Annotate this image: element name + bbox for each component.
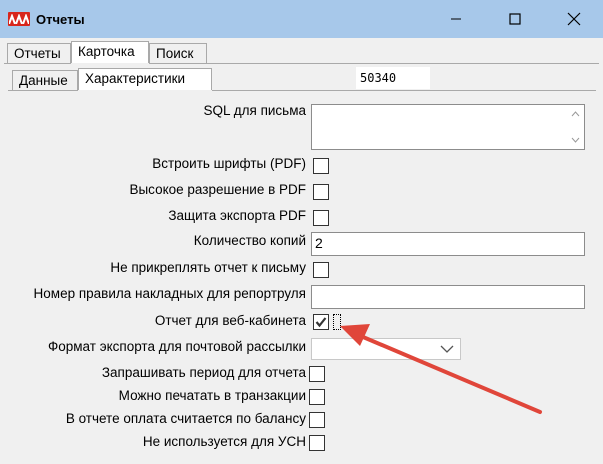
scroll-down-icon[interactable] xyxy=(571,137,580,143)
subtab-strip-border xyxy=(8,90,78,91)
sql-letter-label: SQL для письма xyxy=(203,103,306,118)
rule-number-label: Номер правила накладных для репортруля xyxy=(33,286,306,301)
print-in-transaction-checkbox[interactable] xyxy=(309,389,325,405)
web-cabinet-checkbox[interactable] xyxy=(313,314,329,330)
not-for-usn-checkbox[interactable] xyxy=(309,435,325,451)
copies-label: Количество копий xyxy=(193,233,306,248)
tab-strip-border xyxy=(149,63,599,64)
window-title: Отчеты xyxy=(36,12,85,27)
tab-characteristics[interactable]: Характеристики xyxy=(78,68,212,90)
tab-strip-border xyxy=(4,63,71,64)
balance-payment-label: В отчете оплата считается по балансу xyxy=(65,411,306,426)
export-protect-pdf-checkbox[interactable] xyxy=(313,210,329,226)
balance-payment-checkbox[interactable] xyxy=(309,412,325,428)
web-cabinet-label: Отчет для веб-кабинета xyxy=(154,313,306,328)
no-attach-label: Не прикреплять отчет к письму xyxy=(110,260,306,275)
title-bar: Отчеты xyxy=(0,0,603,38)
scroll-up-icon[interactable] xyxy=(571,111,580,117)
close-icon xyxy=(567,12,581,26)
tab-card[interactable]: Карточка xyxy=(71,41,149,63)
record-id: 50340 xyxy=(356,67,430,89)
not-for-usn-label: Не используется для УСН xyxy=(142,434,306,449)
minimize-button[interactable] xyxy=(433,0,479,38)
app-logo-icon xyxy=(8,12,30,26)
high-res-pdf-checkbox[interactable] xyxy=(313,184,329,200)
export-protect-pdf-label: Защита экспорта PDF xyxy=(168,208,306,223)
high-res-pdf-label: Высокое разрешение в PDF xyxy=(129,182,306,197)
subtab-strip-border xyxy=(212,90,596,91)
close-button[interactable] xyxy=(551,0,597,38)
embed-fonts-checkbox[interactable] xyxy=(313,158,329,174)
tab-search[interactable]: Поиск xyxy=(149,43,207,63)
checkmark-icon xyxy=(315,317,327,328)
sql-letter-textarea[interactable] xyxy=(311,104,585,150)
print-in-transaction-label: Можно печатать в транзакции xyxy=(118,388,306,403)
chevron-down-icon xyxy=(440,345,454,353)
tab-reports[interactable]: Отчеты xyxy=(7,43,71,63)
ask-period-label: Запрашивать период для отчета xyxy=(101,365,306,380)
mail-export-format-label: Формат экспорта для почтовой рассылки xyxy=(48,339,306,354)
copies-input[interactable]: 2 xyxy=(311,232,585,256)
embed-fonts-label: Встроить шрифты (PDF) xyxy=(152,156,306,171)
rule-number-input[interactable] xyxy=(311,285,585,309)
maximize-icon xyxy=(509,13,521,25)
no-attach-checkbox[interactable] xyxy=(313,262,329,278)
mail-export-format-select[interactable] xyxy=(311,338,461,360)
focus-rectangle xyxy=(333,314,341,330)
ask-period-checkbox[interactable] xyxy=(309,366,325,382)
tab-data[interactable]: Данные xyxy=(12,70,78,90)
minimize-icon xyxy=(451,18,461,20)
maximize-button[interactable] xyxy=(492,0,538,38)
